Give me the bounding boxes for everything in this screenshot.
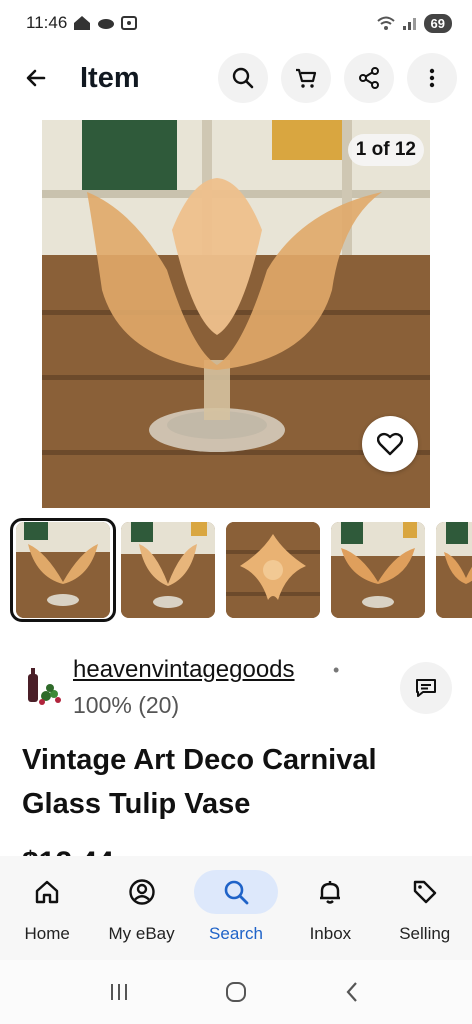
camera-icon bbox=[121, 16, 138, 30]
thumbnail-image bbox=[121, 522, 215, 618]
item-title: Vintage Art Deco Carnival Glass Tulip Va… bbox=[22, 744, 377, 820]
thumbnail-image bbox=[331, 522, 425, 618]
nav-home[interactable]: Home bbox=[1, 870, 93, 944]
signal-icon bbox=[402, 18, 416, 30]
thumbnail-1[interactable] bbox=[16, 522, 110, 618]
thumbnail-image bbox=[436, 522, 472, 618]
nav-icon-container bbox=[5, 870, 89, 914]
separator-dot: • bbox=[333, 660, 340, 680]
thumbnail-5[interactable] bbox=[436, 522, 472, 618]
search-button[interactable] bbox=[218, 53, 268, 103]
account-icon bbox=[128, 879, 155, 905]
page-title: Item bbox=[80, 61, 140, 94]
status-time: 11:46 bbox=[26, 13, 68, 32]
more-options-button[interactable] bbox=[407, 53, 457, 103]
seller-info: heavenvintagegoods • 100% (20) bbox=[0, 648, 472, 728]
cart-button[interactable] bbox=[281, 53, 331, 103]
recent-apps-icon[interactable] bbox=[107, 980, 131, 1004]
thumbnail-4[interactable] bbox=[331, 522, 425, 618]
nav-label: Search bbox=[209, 924, 263, 943]
photo-counter: 1 of 12 bbox=[347, 134, 424, 166]
thumbnail-image bbox=[226, 522, 320, 618]
cart-icon bbox=[296, 68, 317, 88]
seller-avatar[interactable] bbox=[22, 664, 66, 708]
status-bar: 11:46 69 bbox=[0, 0, 472, 46]
seller-logo bbox=[28, 668, 61, 705]
home-indicator-icon bbox=[74, 16, 91, 30]
nav-label: Home bbox=[24, 924, 70, 943]
status-right: 69 bbox=[376, 13, 452, 33]
home-button-icon[interactable] bbox=[224, 980, 248, 1004]
thumbnail-strip bbox=[0, 518, 472, 622]
contact-seller-button[interactable] bbox=[400, 662, 452, 714]
add-to-watchlist-button[interactable] bbox=[362, 416, 418, 472]
search-icon bbox=[224, 880, 249, 905]
thumbnail-image bbox=[16, 522, 110, 618]
main-product-image[interactable]: 1 of 12 bbox=[42, 120, 430, 508]
nav-icon-container bbox=[288, 870, 372, 914]
heart-icon bbox=[377, 432, 403, 456]
message-icon bbox=[416, 679, 436, 697]
nav-icon-container bbox=[383, 870, 467, 914]
home-icon bbox=[35, 880, 59, 904]
wifi-icon bbox=[376, 16, 395, 30]
battery-indicator: 69 bbox=[423, 13, 452, 33]
nav-label: Inbox bbox=[309, 924, 352, 943]
tag-icon bbox=[413, 880, 436, 904]
more-vert-icon bbox=[429, 68, 435, 88]
nav-my-ebay[interactable]: My eBay bbox=[96, 870, 188, 944]
thumbnail-3[interactable] bbox=[226, 522, 320, 618]
nav-icon-container bbox=[193, 870, 278, 914]
cloud-icon bbox=[98, 19, 115, 29]
status-left: 11:46 bbox=[26, 13, 138, 33]
back-nav-icon[interactable] bbox=[341, 980, 365, 1004]
share-icon bbox=[359, 67, 379, 89]
nav-icon-container bbox=[100, 870, 184, 914]
search-icon bbox=[232, 67, 254, 89]
bell-icon bbox=[320, 881, 341, 904]
back-button[interactable] bbox=[16, 58, 56, 98]
nav-inbox[interactable]: Inbox bbox=[284, 870, 376, 944]
nav-selling[interactable]: Selling bbox=[379, 870, 471, 944]
back-arrow-icon bbox=[26, 69, 46, 87]
nav-search[interactable]: Search bbox=[190, 870, 282, 944]
thumbnail-2[interactable] bbox=[121, 522, 215, 618]
app-bar: Item bbox=[0, 50, 472, 106]
nav-label: My eBay bbox=[108, 924, 175, 943]
system-navigation-bar bbox=[0, 960, 472, 1024]
bottom-navigation: Home My eBay Search Inbox Selling bbox=[0, 856, 472, 960]
nav-label: Selling bbox=[399, 924, 451, 943]
seller-name-link[interactable]: heavenvintagegoods bbox=[73, 656, 295, 684]
seller-feedback: 100% (20) bbox=[73, 692, 180, 718]
share-button[interactable] bbox=[344, 53, 394, 103]
